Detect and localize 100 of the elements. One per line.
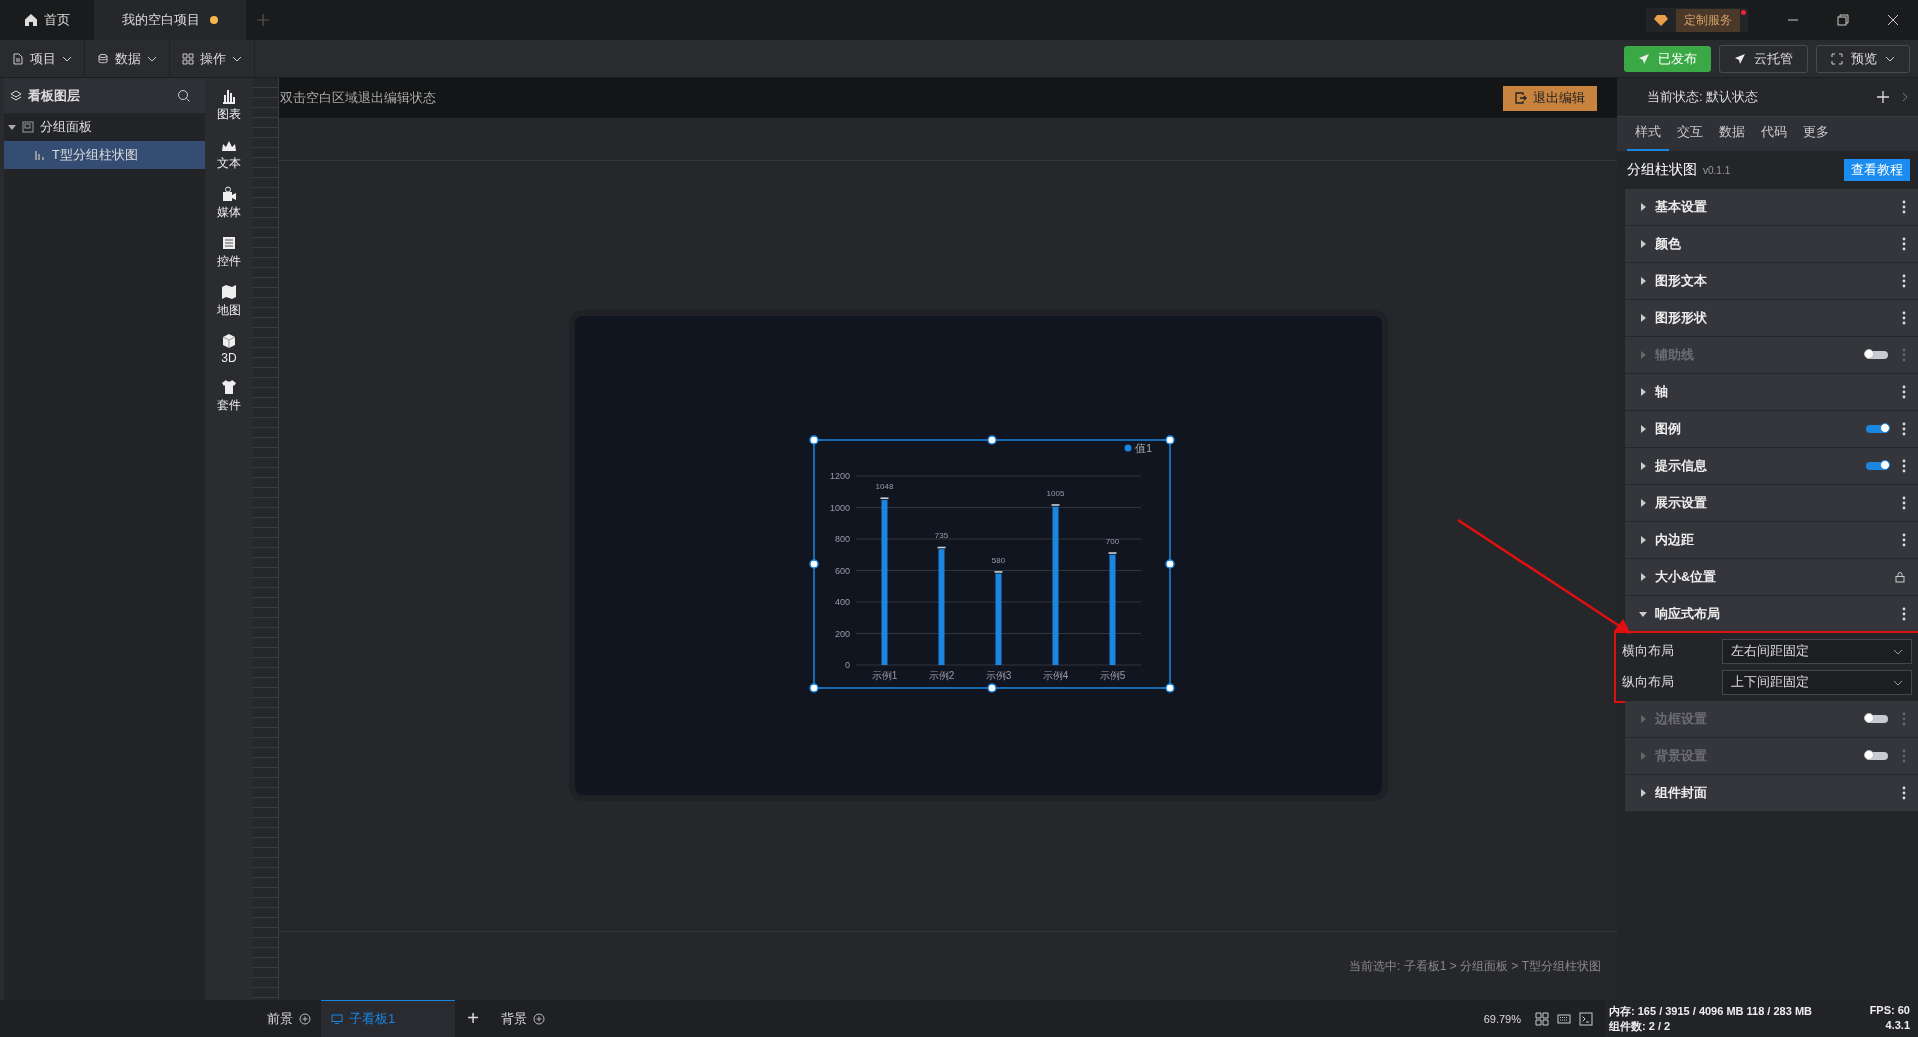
document-tab[interactable]: 我的空白项目 [94, 0, 246, 40]
more-options-icon[interactable] [1902, 459, 1906, 473]
settings-section-header[interactable]: 基本设置 [1625, 189, 1918, 226]
axis-tick-label: 200 [834, 628, 850, 639]
board-tab[interactable]: 背景 [490, 1000, 555, 1037]
axis-tick-label: 0 [845, 660, 850, 670]
resize-handle[interactable] [987, 435, 997, 445]
field-label: 横向布局 [1622, 643, 1675, 660]
more-options-icon[interactable] [1902, 496, 1906, 510]
settings-section-header[interactable]: 大小&位置 [1625, 559, 1918, 596]
memory-usage: 内存: 165 / 3915 / 4096 MB 118 / 283 MB [1609, 1003, 1812, 1019]
more-options-icon[interactable] [1902, 786, 1906, 800]
restore-icon[interactable] [1836, 13, 1850, 27]
settings-section-header[interactable]: 图例 [1625, 411, 1918, 448]
resize-handle[interactable] [809, 683, 819, 693]
more-options-icon[interactable] [1902, 533, 1906, 547]
settings-section-header[interactable]: 组件封面 [1625, 775, 1918, 812]
preview-dropdown[interactable]: 预览 [1816, 44, 1910, 73]
settings-section-header[interactable]: 轴 [1625, 374, 1918, 411]
settings-section-header[interactable]: 图形形状 [1625, 300, 1918, 337]
resize-handle[interactable] [809, 435, 819, 445]
toolbar-action-button[interactable]: 云托管 [1719, 44, 1808, 73]
caret-icon [1639, 462, 1647, 470]
settings-section-header[interactable]: 展示设置 [1625, 485, 1918, 522]
inspector-tab[interactable]: 更多 [1795, 123, 1837, 151]
custom-service-button[interactable]: 定制服务 [1646, 8, 1748, 32]
layer-group-item[interactable]: 分组面板 [4, 113, 205, 141]
component-category-button[interactable]: 3D [221, 333, 237, 365]
axis-tick-label: 400 [834, 597, 850, 607]
resize-handle[interactable] [1165, 683, 1175, 693]
search-icon[interactable] [177, 88, 191, 103]
resize-handle[interactable] [1165, 435, 1175, 445]
more-options-icon[interactable] [1902, 237, 1906, 251]
more-options-icon[interactable] [1902, 200, 1906, 214]
monitor-icon [331, 1013, 343, 1025]
category-label: 示例2 [928, 670, 955, 681]
current-state-label: 当前状态: 默认状态 [1647, 88, 1759, 106]
component-category-button[interactable]: 套件 [217, 379, 241, 414]
lock-icon[interactable] [1894, 571, 1906, 583]
layout-select[interactable]: 上下间距固定 [1722, 670, 1912, 695]
toggle-switch[interactable] [1866, 425, 1888, 433]
more-options-icon[interactable] [1902, 422, 1906, 436]
settings-section-header[interactable]: 提示信息 [1625, 448, 1918, 485]
home-icon [24, 13, 38, 27]
component-category-button[interactable]: 媒体 [217, 186, 241, 221]
menu-button[interactable]: 操作 [170, 40, 255, 77]
legend-label: 值1 [1135, 442, 1153, 454]
add-circle-icon[interactable] [299, 1012, 311, 1025]
inspector-tab[interactable]: 交互 [1669, 123, 1711, 151]
more-options-icon[interactable] [1902, 274, 1906, 288]
toggle-switch[interactable] [1866, 462, 1888, 470]
caret-icon [1639, 499, 1647, 507]
resize-handle[interactable] [809, 559, 819, 569]
document-icon [12, 52, 24, 65]
add-circle-icon[interactable] [532, 1012, 545, 1025]
chart-legend: 值1 [1124, 442, 1153, 454]
component-category-button[interactable]: 文本 [217, 137, 241, 172]
inspector-tab[interactable]: 数据 [1711, 123, 1753, 151]
component-category-button[interactable]: 地图 [217, 284, 241, 319]
settings-section-header[interactable]: 颜色 [1625, 226, 1918, 263]
settings-section-header[interactable]: 内边距 [1625, 522, 1918, 559]
settings-section-header[interactable]: 图形文本 [1625, 263, 1918, 300]
settings-section-header[interactable]: 响应式布局 [1625, 596, 1918, 633]
more-options-icon[interactable] [1902, 385, 1906, 399]
board-tab[interactable]: 子看板1 [321, 1000, 456, 1037]
resize-handle[interactable] [987, 683, 997, 693]
add-icon[interactable] [1876, 90, 1890, 104]
component-category-button[interactable]: 图表 [217, 88, 241, 123]
menu-button[interactable]: 项目 [0, 40, 85, 77]
resize-handle[interactable] [1165, 559, 1175, 569]
fit-screen-icon[interactable] [1535, 1011, 1549, 1026]
app-version: 4.3.1 [1885, 1018, 1910, 1033]
database-icon [97, 52, 109, 65]
paper-plane-icon [1638, 52, 1650, 65]
caret-icon [1639, 203, 1647, 211]
layout-select[interactable]: 左右间距固定 [1722, 639, 1912, 664]
component-category-button[interactable]: 控件 [217, 235, 241, 270]
close-icon[interactable] [1886, 13, 1900, 27]
layer-item[interactable]: T型分组柱状图 [4, 141, 205, 169]
exit-edit-button[interactable]: 退出编辑 [1503, 85, 1597, 111]
board-tab[interactable]: 前景 [257, 1000, 321, 1037]
inspector-tab[interactable]: 样式 [1627, 123, 1669, 151]
chevron-right-icon[interactable] [1902, 92, 1908, 102]
layers-icon [10, 89, 22, 102]
more-options-icon[interactable] [1902, 607, 1906, 621]
inspector-tab[interactable]: 代码 [1753, 123, 1795, 151]
category-label: 示例1 [871, 670, 898, 681]
axis-tick-label: 800 [834, 534, 850, 544]
paper-plane-icon [1734, 52, 1746, 65]
caret-icon [1639, 388, 1647, 396]
menu-button[interactable]: 数据 [85, 40, 170, 77]
more-options-icon[interactable] [1902, 311, 1906, 325]
diamond-icon [1654, 13, 1668, 27]
data-label: 580 [991, 555, 1006, 565]
keyboard-icon[interactable] [1557, 1011, 1571, 1026]
caret-icon [1639, 715, 1647, 723]
add-board-button[interactable]: + [455, 1007, 491, 1030]
terminal-icon[interactable] [1579, 1011, 1593, 1026]
field-label: 纵向布局 [1622, 674, 1675, 691]
category-label: 示例4 [1042, 670, 1069, 681]
